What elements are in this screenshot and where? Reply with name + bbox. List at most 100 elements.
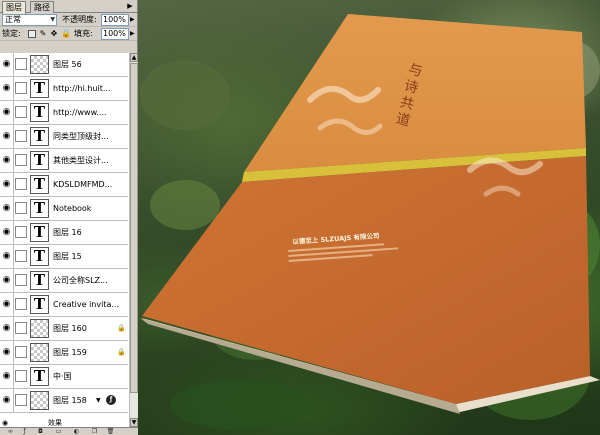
layer-name: KDSLDMFMD... <box>53 180 113 189</box>
eye-icon[interactable]: ◉ <box>0 293 14 316</box>
layer-link-cell[interactable] <box>15 370 27 382</box>
layer-row[interactable]: ◉ T KDSLDMFMD... <box>0 173 128 197</box>
eye-icon[interactable]: ◉ <box>0 125 14 148</box>
fill-input[interactable]: 100% <box>101 28 129 40</box>
layer-row[interactable]: ◉ 图层 56 <box>0 53 128 77</box>
effects-label: 效果 <box>48 419 62 427</box>
layer-link-cell[interactable] <box>15 298 27 310</box>
text-layer-thumb-icon: T <box>30 199 49 218</box>
trash-icon[interactable]: 🗑 <box>106 428 115 435</box>
tab-layers[interactable]: 图层 <box>2 1 26 14</box>
eye-icon[interactable]: ◉ <box>0 317 14 340</box>
eye-icon[interactable]: ◉ <box>0 269 14 292</box>
fill-label: 填充: <box>74 29 93 38</box>
scroll-up-icon[interactable]: ▲ <box>130 53 138 62</box>
pixel-layer-thumb <box>30 319 49 338</box>
layer-row[interactable]: ◉ Thttp://hi.huit... <box>0 77 128 101</box>
layer-row[interactable]: ◉ 图层 159 🔒 <box>0 341 128 365</box>
panel-bottom-bar: ∞ ƒ ◘ ▭ ◐ ❐ 🗑 <box>0 427 138 435</box>
layer-link-cell[interactable] <box>15 130 27 142</box>
layer-name: 其他类型设计... <box>53 156 109 165</box>
layer-name: 图层 16 <box>53 228 82 237</box>
text-layer-thumb-icon: T <box>30 127 49 146</box>
blend-mode-select[interactable]: 正常 ▼ <box>2 14 57 26</box>
layer-link-cell[interactable] <box>15 322 27 334</box>
lock-move-icon[interactable]: ✥ <box>50 30 58 38</box>
layer-link-cell[interactable] <box>15 82 27 94</box>
layer-row[interactable]: ◉ T 图层 16 <box>0 221 128 245</box>
layer-link-cell[interactable] <box>15 178 27 190</box>
layers-scrollbar[interactable]: ▲ ▼ <box>129 53 138 427</box>
lock-row: 锁定: ✎ ✥ 🔒 填充: 100% ▶ <box>0 27 137 41</box>
eye-icon[interactable]: ◉ <box>0 245 14 268</box>
eye-icon[interactable]: ◉ <box>2 419 8 427</box>
lock-icon: 🔒 <box>117 348 126 356</box>
opacity-arrow-icon[interactable]: ▶ <box>130 15 135 25</box>
effects-icon[interactable]: ƒ <box>106 395 116 405</box>
layer-link-cell[interactable] <box>15 250 27 262</box>
text-layer-thumb-icon: T <box>30 103 49 122</box>
layer-link-cell[interactable] <box>15 154 27 166</box>
layer-row[interactable]: ◉ T 同类型顶级封... <box>0 125 128 149</box>
eye-icon[interactable]: ◉ <box>0 341 14 364</box>
layer-row[interactable]: ◉ T Notebook <box>0 197 128 221</box>
layer-row[interactable]: ◉ 图层 160 🔒 <box>0 317 128 341</box>
layers-panel: 图层 路径 ▶ 正常 ▼ 不透明度: 100% ▶ 锁定: ✎ ✥ 🔒 填充: … <box>0 0 138 435</box>
layer-name: 公司全称SLZ... <box>53 276 108 285</box>
scroll-thumb[interactable] <box>130 63 138 393</box>
effects-row[interactable]: ◉ 效果 <box>0 419 128 427</box>
lock-icon: 🔒 <box>117 324 126 332</box>
tab-paths[interactable]: 路径 <box>30 1 54 13</box>
eye-icon[interactable]: ◉ <box>0 53 14 76</box>
layer-row[interactable]: ◉ Thttp://www.... <box>0 101 128 125</box>
new-set-icon[interactable]: ▭ <box>54 428 63 435</box>
new-layer-icon[interactable]: ❐ <box>90 428 99 435</box>
lock-all-icon[interactable]: 🔒 <box>61 30 71 38</box>
pixel-layer-thumb <box>30 55 49 74</box>
layer-row[interactable]: ◉ T 其他类型设计... <box>0 149 128 173</box>
eye-icon[interactable]: ◉ <box>0 173 14 196</box>
fill-arrow-icon[interactable]: ▶ <box>130 29 135 39</box>
lock-transparent-icon[interactable] <box>28 30 36 38</box>
panel-menu-arrow-icon[interactable]: ▶ <box>125 2 135 11</box>
layer-link-cell[interactable] <box>15 202 27 214</box>
layer-name: 图层 158 <box>53 396 87 405</box>
eye-icon[interactable]: ◉ <box>0 389 14 412</box>
opacity-input[interactable]: 100% <box>101 14 129 26</box>
layer-name: 同类型顶级封... <box>53 132 109 141</box>
layer-name: http://hi.huit... <box>53 84 111 93</box>
layer-link-cell[interactable] <box>15 226 27 238</box>
layer-name: 中·国 <box>53 372 72 381</box>
eye-icon[interactable]: ◉ <box>0 149 14 172</box>
scroll-down-icon[interactable]: ▼ <box>130 418 138 427</box>
layer-link-cell[interactable] <box>15 346 27 358</box>
layer-row[interactable]: ◉ T 公司全称SLZ... <box>0 269 128 293</box>
eye-icon[interactable]: ◉ <box>0 197 14 220</box>
text-layer-thumb-icon: T <box>30 367 49 386</box>
opacity-label: 不透明度: <box>62 15 97 24</box>
adjustment-layer-icon[interactable]: ◐ <box>72 428 81 435</box>
eye-icon[interactable]: ◉ <box>0 365 14 388</box>
layer-name: 图层 159 <box>53 348 87 357</box>
layer-link-cell[interactable] <box>15 394 27 406</box>
layer-link-cell[interactable] <box>15 274 27 286</box>
layer-link-cell[interactable] <box>15 58 27 70</box>
expand-arrow-icon[interactable]: ▼ <box>96 397 101 405</box>
eye-icon[interactable]: ◉ <box>0 101 14 124</box>
layer-style-icon[interactable]: ƒ <box>20 428 29 435</box>
text-layer-thumb-icon: T <box>30 79 49 98</box>
link-layers-icon[interactable]: ∞ <box>6 428 15 435</box>
layer-row[interactable]: ◉ T Creative invita... <box>0 293 128 317</box>
eye-icon[interactable]: ◉ <box>0 221 14 244</box>
layer-row[interactable]: ◉ T 图层 15 <box>0 245 128 269</box>
lock-brush-icon[interactable]: ✎ <box>39 30 47 38</box>
layer-name: 图层 15 <box>53 252 82 261</box>
layers-list: ▲ ▼ ◉ 图层 56 ◉ Thttp://hi.huit... ◉ Thttp://ww… <box>0 53 138 427</box>
mask-icon[interactable]: ◘ <box>36 428 45 435</box>
eye-icon[interactable]: ◉ <box>0 77 14 100</box>
layer-row[interactable]: ◉ 图层 158 ▼ ƒ <box>0 389 128 413</box>
book-cover-bottom <box>142 156 590 404</box>
layer-link-cell[interactable] <box>15 106 27 118</box>
blend-row: 正常 ▼ 不透明度: 100% ▶ <box>0 13 137 27</box>
layer-row[interactable]: ◉ T 中·国 <box>0 365 128 389</box>
